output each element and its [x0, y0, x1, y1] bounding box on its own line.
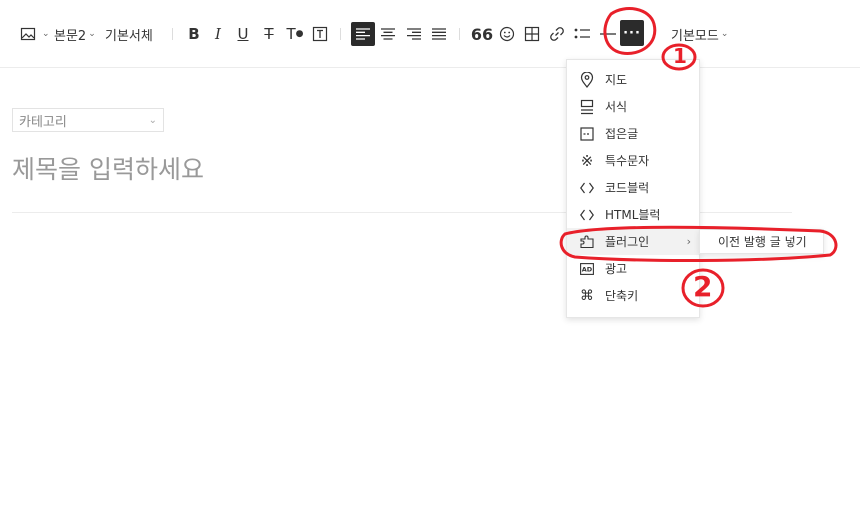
- align-left-icon: [351, 22, 375, 46]
- menu-item-ad[interactable]: AD 광고: [567, 255, 699, 282]
- menu-item-label: 접은글: [605, 127, 639, 141]
- toolbar-divider: [459, 28, 460, 40]
- more-menu: 지도 서식 접은글 ※ 특수문자 코드블럭 HTML블럭 플러그인 › AD 광…: [566, 59, 700, 318]
- bullet-list-button[interactable]: [570, 22, 594, 46]
- menu-item-html-block[interactable]: HTML블럭: [567, 201, 699, 228]
- paragraph-style-select[interactable]: 본문2 ⌄: [54, 22, 96, 46]
- menu-item-special-char[interactable]: ※ 특수문자: [567, 147, 699, 174]
- image-icon: [16, 22, 40, 46]
- menu-item-shortcut[interactable]: ⌘ 단축키: [567, 282, 699, 309]
- table-icon: [520, 22, 544, 46]
- editor-mode-label: 기본모드: [671, 28, 719, 44]
- italic-icon: I: [215, 25, 221, 43]
- menu-item-fold[interactable]: 접은글: [567, 120, 699, 147]
- svg-text:AD: AD: [582, 265, 593, 273]
- bullet-list-icon: [570, 22, 594, 46]
- align-justify-button[interactable]: [427, 22, 451, 46]
- align-right-icon: [402, 22, 426, 46]
- plugin-submenu: 이전 발행 글 넣기: [699, 229, 824, 254]
- text-background-button[interactable]: [308, 22, 332, 46]
- menu-item-label: 특수문자: [605, 154, 650, 168]
- html-icon: [579, 207, 595, 223]
- ad-icon: AD: [579, 261, 595, 277]
- insert-image-button[interactable]: ⌄: [16, 22, 50, 46]
- table-button[interactable]: [520, 22, 544, 46]
- submenu-item-insert-previous-post[interactable]: 이전 발행 글 넣기: [718, 233, 807, 250]
- font-family-label: 기본서체: [105, 28, 153, 44]
- category-select[interactable]: 카테고리 ⌄: [12, 108, 164, 132]
- menu-item-map[interactable]: 지도: [567, 66, 699, 93]
- menu-item-format[interactable]: 서식: [567, 93, 699, 120]
- horizontal-rule-icon: [596, 22, 620, 46]
- menu-item-label: 서식: [605, 100, 628, 114]
- menu-item-plugin[interactable]: 플러그인 ›: [567, 228, 699, 255]
- underline-button[interactable]: U: [231, 22, 255, 46]
- fold-icon: [579, 126, 595, 142]
- menu-item-label: 지도: [605, 73, 628, 87]
- more-button[interactable]: ···: [620, 20, 644, 46]
- link-button[interactable]: [545, 22, 569, 46]
- italic-button[interactable]: I: [206, 22, 230, 46]
- font-family-select[interactable]: 기본서체: [105, 22, 153, 46]
- text-color-icon: T ●: [286, 25, 304, 43]
- chevron-down-icon: ⌄: [88, 29, 96, 39]
- link-icon: [545, 22, 569, 46]
- menu-item-label: HTML블럭: [605, 208, 661, 222]
- menu-item-label: 코드블럭: [605, 181, 650, 195]
- menu-item-label: 광고: [605, 262, 628, 276]
- emoji-button[interactable]: [495, 22, 519, 46]
- text-color-button[interactable]: T ●: [283, 22, 307, 46]
- horizontal-rule-button[interactable]: [596, 22, 620, 46]
- paragraph-style-label: 본문2: [54, 28, 87, 44]
- align-left-button[interactable]: [351, 22, 375, 46]
- plugin-icon: [579, 234, 595, 250]
- special-char-icon: ※: [580, 151, 594, 170]
- text-background-icon: [308, 22, 332, 46]
- code-icon: [579, 180, 595, 196]
- emoji-icon: [495, 22, 519, 46]
- editor-toolbar: ⌄ 본문2 ⌄ 기본서체 B I U T T ● 66 ··· 기본모드 ⌄: [0, 0, 860, 68]
- align-center-button[interactable]: [376, 22, 400, 46]
- chevron-down-icon: ⌄: [148, 114, 157, 126]
- align-center-icon: [376, 22, 400, 46]
- category-placeholder: 카테고리: [19, 114, 67, 130]
- strikethrough-icon: T: [264, 25, 274, 43]
- shortcut-icon: ⌘: [580, 287, 594, 304]
- menu-item-label: 단축키: [605, 289, 639, 303]
- map-pin-icon: [579, 71, 595, 88]
- bold-icon: B: [188, 25, 200, 43]
- chevron-right-icon: ›: [686, 235, 691, 248]
- chevron-down-icon: ⌄: [720, 29, 729, 39]
- toolbar-divider: [340, 28, 341, 40]
- red-annotation-overlay: [559, 7, 838, 263]
- align-justify-icon: [427, 22, 451, 46]
- strikethrough-button[interactable]: T: [257, 22, 281, 46]
- chevron-down-icon: ⌄: [42, 29, 50, 39]
- format-icon: [579, 99, 595, 115]
- align-right-button[interactable]: [402, 22, 426, 46]
- underline-icon: U: [237, 25, 249, 43]
- quote-icon: 66: [470, 24, 494, 44]
- more-icon: ···: [623, 25, 641, 41]
- editor-mode-select[interactable]: 기본모드 ⌄: [671, 22, 728, 46]
- quote-button[interactable]: 66: [470, 22, 494, 46]
- menu-item-code-block[interactable]: 코드블럭: [567, 174, 699, 201]
- toolbar-divider: [172, 28, 173, 40]
- menu-item-label: 플러그인: [605, 235, 650, 249]
- bold-button[interactable]: B: [182, 22, 206, 46]
